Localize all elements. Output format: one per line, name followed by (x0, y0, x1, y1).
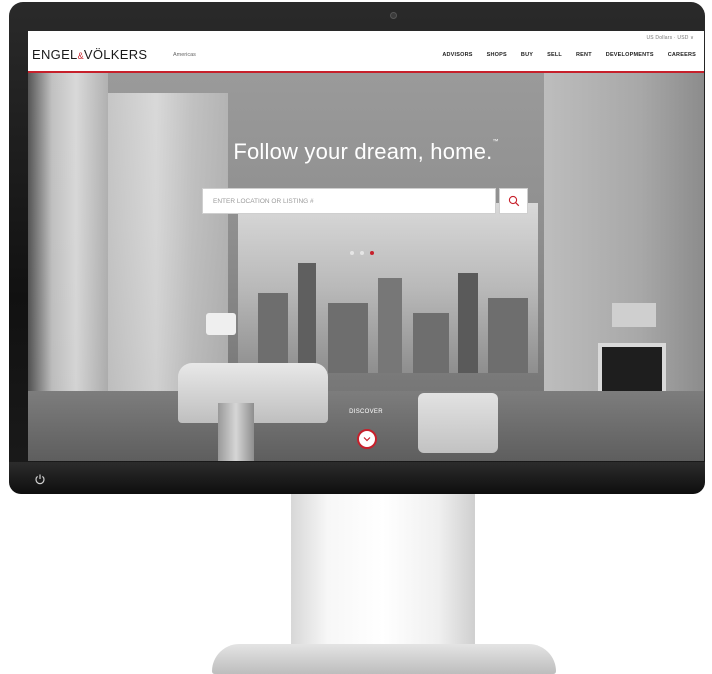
search-box (202, 188, 503, 214)
logo-text-2: VÖLKERS (83, 47, 148, 62)
nav-item-sell[interactable]: SELL (547, 52, 562, 58)
main-nav: ADVISORS SHOPS BUY SELL RENT DEVELOPMENT… (442, 52, 696, 58)
chevron-down-icon (363, 437, 371, 442)
site-logo[interactable]: ENGEL&VÖLKERS (32, 47, 147, 62)
carousel-indicators (350, 251, 374, 255)
nav-item-rent[interactable]: RENT (576, 52, 592, 58)
logo-text: ENGEL (32, 47, 78, 62)
monitor-stand-neck (291, 494, 475, 646)
room-floor (28, 391, 704, 461)
carousel-dot-2[interactable] (360, 251, 364, 255)
power-icon[interactable] (34, 473, 46, 485)
lamp (206, 313, 236, 335)
search-button[interactable] (499, 188, 528, 214)
discover-label: DISCOVER (349, 409, 383, 415)
hero-banner: Follow your dream, home.™ DISCOVER (28, 73, 704, 461)
nav-item-developments[interactable]: DEVELOPMENTS (606, 52, 654, 58)
nav-item-careers[interactable]: CAREERS (668, 52, 696, 58)
wall-shelf (612, 303, 656, 327)
currency-selector[interactable]: US Dollars · USD ∨ (646, 35, 694, 41)
nav-item-advisors[interactable]: ADVISORS (442, 52, 472, 58)
headline-text: Follow your dream, home. (233, 139, 493, 164)
discover-button[interactable] (357, 429, 377, 449)
nav-item-buy[interactable]: BUY (521, 52, 533, 58)
carousel-dot-1[interactable] (350, 251, 354, 255)
hero-headline: Follow your dream, home.™ (28, 139, 704, 165)
monitor-stand-base (212, 644, 556, 674)
trademark-mark: ™ (492, 139, 499, 145)
camera-icon (390, 12, 397, 19)
search-input[interactable] (203, 189, 503, 213)
screen: US Dollars · USD ∨ ENGEL&VÖLKERS America… (28, 31, 704, 461)
site-header: US Dollars · USD ∨ ENGEL&VÖLKERS America… (28, 31, 704, 73)
city-view-photo (238, 203, 538, 373)
armchair (418, 393, 498, 453)
monitor-chin (9, 462, 705, 494)
search-icon (508, 195, 519, 207)
carousel-dot-3[interactable] (370, 251, 374, 255)
logo-region: Americas (173, 52, 196, 58)
nav-item-shops[interactable]: SHOPS (487, 52, 507, 58)
